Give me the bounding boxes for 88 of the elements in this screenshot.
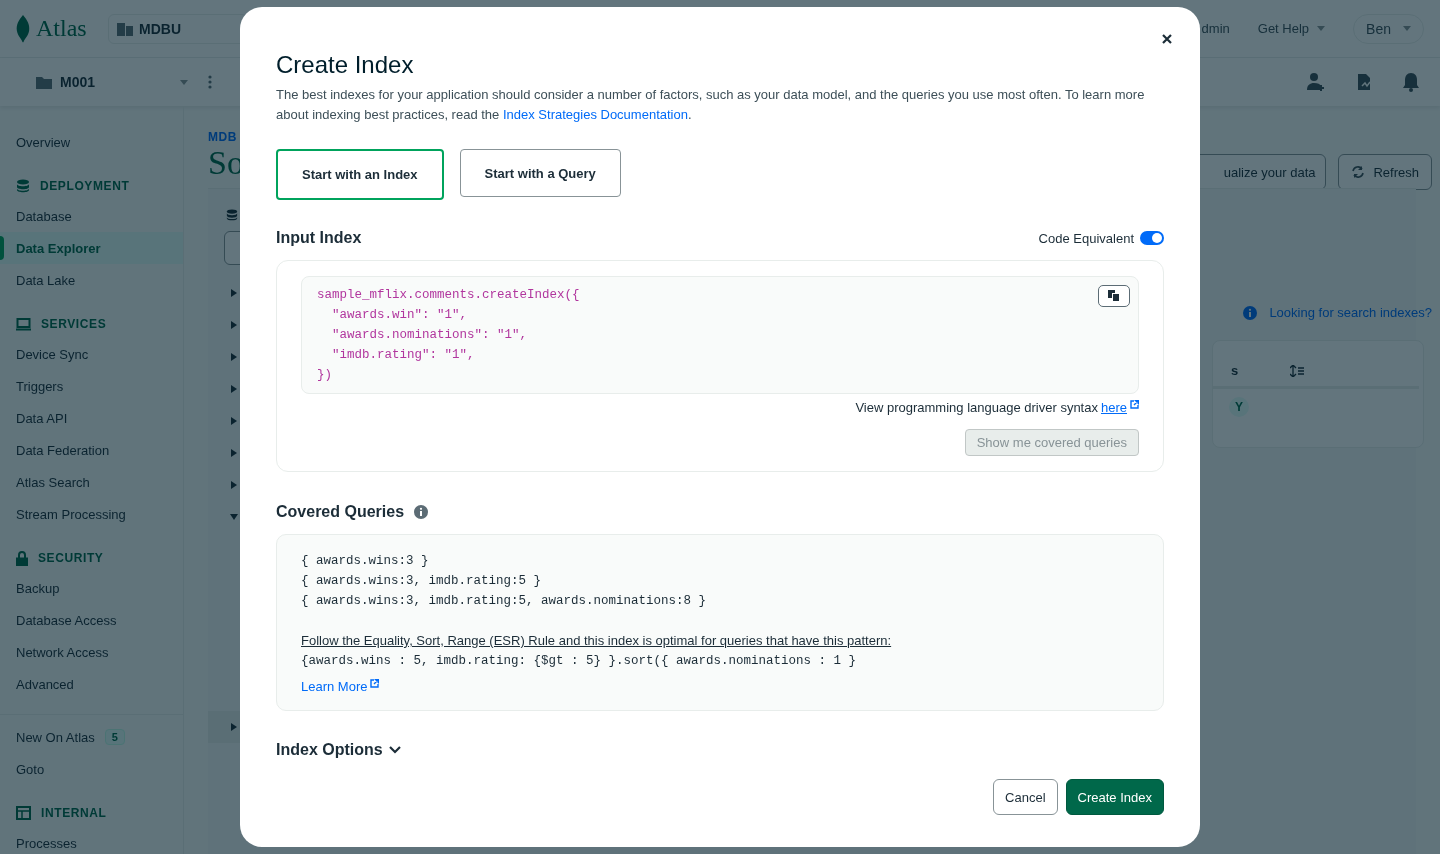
sidebar-item[interactable]: Atlas Search (0, 466, 183, 498)
sidebar-item[interactable]: Triggers (0, 370, 183, 402)
count-badge: 5 (104, 729, 125, 745)
dialog-title: Create Index (276, 51, 415, 79)
sidebar-item[interactable]: Data Explorer (0, 232, 183, 264)
status-badge: Y (1229, 397, 1249, 417)
caret-icon[interactable] (230, 417, 238, 425)
sidebar-item[interactable]: Advanced (0, 668, 183, 700)
nav-link[interactable]: dmin (1201, 21, 1230, 36)
esr-rule-text: Follow the Equality, Sort, Range (ESR) Rule and this index is optimal for queries that have this pattern: (301, 632, 892, 650)
query-pattern: {awards.wins : 5, imdb.rating: {$gt : 5} }.sort({ awards.nominations : 1 } (301, 653, 857, 670)
caret-icon[interactable] (230, 289, 238, 297)
leaf-logo-icon (16, 13, 30, 44)
code-toggle[interactable] (1140, 231, 1164, 245)
sidebar-item[interactable]: Data Federation (0, 434, 183, 466)
dialog-description: The best indexes for your application should consider a number of factors, such as your data model, and the queries you use most often. To learn more about indexing best practices, read the Index Strategies Documentation. (276, 86, 1146, 124)
section-heading: INTERNAL (41, 806, 107, 820)
caret-icon[interactable] (230, 513, 238, 521)
learn-more-link[interactable]: Learn More (301, 679, 368, 694)
add-user-icon[interactable] (1306, 72, 1326, 92)
project-selector[interactable]: M001 (36, 74, 188, 90)
caret-icon[interactable] (230, 321, 238, 329)
info-icon (414, 505, 429, 519)
sidebar-item[interactable]: Backup (0, 572, 183, 604)
caret-icon[interactable] (230, 449, 238, 457)
sidebar-item[interactable]: New On Atlas 5 (0, 721, 183, 753)
sidebar-item[interactable]: Data API (0, 402, 183, 434)
logo-text: Atlas (36, 15, 87, 42)
bell-icon[interactable] (1402, 72, 1420, 92)
sidebar-item[interactable]: Device Sync (0, 338, 183, 370)
caret-icon[interactable] (230, 353, 238, 361)
query-line: { awards.wins:3, imdb.rating:5 } (301, 573, 542, 590)
sidebar-item[interactable]: Database Access (0, 604, 183, 636)
sidebar-item[interactable]: Data Lake (0, 264, 183, 296)
caret-icon (180, 79, 188, 85)
column-header: s (1231, 363, 1239, 378)
sidebar-item[interactable]: Network Access (0, 636, 183, 668)
mode-tab[interactable]: Start with an Index (276, 149, 444, 200)
section-heading: Input Index (276, 229, 362, 247)
caret-icon[interactable] (230, 723, 238, 731)
create-button[interactable]: Create Index (1065, 779, 1164, 815)
database-icon (16, 179, 30, 193)
table-icon (16, 806, 31, 820)
sidebar-item[interactable]: Database (0, 200, 183, 232)
caret-icon[interactable] (230, 481, 238, 489)
breadcrumb-link[interactable]: MDB (208, 130, 244, 144)
driver-syntax-link[interactable]: here (1100, 400, 1127, 415)
external-link-icon (370, 679, 380, 688)
code-line: sample_mflix.comments.createIndex({ (317, 287, 580, 304)
lock-icon (16, 550, 28, 566)
sidebar-item[interactable]: Processes (0, 827, 183, 854)
documentation-link[interactable]: Index Strategies Documentation (502, 107, 688, 122)
query-line: { awards.wins:3, imdb.rating:5, awards.nominations:8 } (301, 593, 707, 610)
caret-icon (1403, 26, 1411, 31)
info-icon (1243, 305, 1258, 320)
sidebar-item[interactable]: Overview (0, 126, 183, 158)
index-options-toggle[interactable]: Index Options (276, 741, 401, 759)
folder-icon (36, 75, 52, 89)
search-indexes-link[interactable]: Looking for search indexes? (1269, 305, 1432, 320)
copy-icon (1108, 290, 1120, 302)
more-icon[interactable] (208, 75, 212, 89)
laptop-icon (16, 317, 31, 331)
section-heading: Covered Queries (276, 503, 405, 521)
mode-tab[interactable]: Start with a Query (459, 149, 621, 197)
driver-syntax-text: View programming language driver syntax (855, 400, 1098, 415)
toolbar-button[interactable]: Refresh (1338, 154, 1432, 190)
sort-icon[interactable] (1290, 364, 1305, 377)
toggle-label: Code Equivalent (1038, 230, 1134, 246)
refresh-icon (1351, 166, 1366, 178)
close-icon[interactable] (1162, 34, 1172, 44)
database-icon (226, 209, 238, 221)
building-icon (117, 21, 133, 36)
nav-link[interactable]: Get Help (1257, 21, 1326, 36)
caret-icon[interactable] (230, 385, 238, 393)
sidebar-item[interactable]: Stream Processing (0, 498, 183, 530)
section-heading: DEPLOYMENT (40, 179, 130, 193)
code-line: "awards.nominations": "1", (331, 327, 528, 344)
code-line: }) (317, 367, 332, 384)
section-heading: SERVICES (41, 317, 107, 331)
external-link-icon (1130, 400, 1139, 409)
code-line: "awards.win": "1", (331, 307, 468, 324)
user-menu[interactable]: Ben (1353, 13, 1424, 44)
cancel-button[interactable]: Cancel (993, 779, 1058, 815)
sidebar-item[interactable]: Goto (0, 753, 183, 785)
copy-button[interactable] (1098, 285, 1130, 307)
query-line: { awards.wins:3 } (301, 553, 429, 570)
code-line: "imdb.rating": "1", (331, 347, 475, 364)
section-heading: SECURITY (38, 551, 104, 565)
